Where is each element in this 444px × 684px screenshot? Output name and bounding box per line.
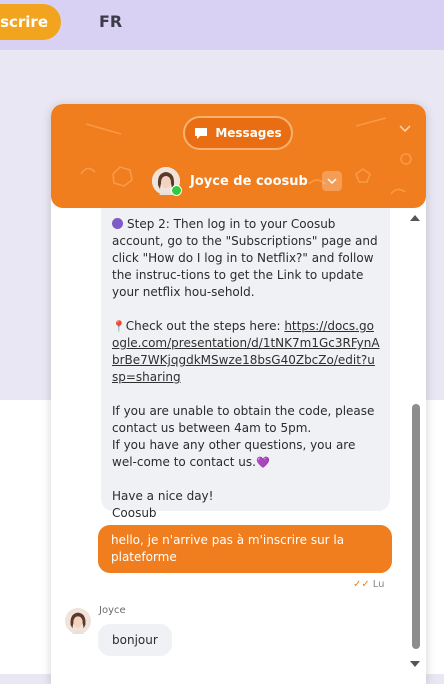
scrollbar-thumb[interactable]	[412, 404, 420, 649]
reply-avatar-image	[65, 608, 91, 634]
read-receipt: ✓✓ Lu	[353, 579, 385, 590]
signup-button[interactable]: nscrire	[0, 4, 61, 40]
scroll-up-arrow-icon[interactable]	[409, 214, 421, 222]
pushpin-icon: 📍	[112, 320, 126, 333]
scroll-down-arrow-icon[interactable]	[409, 660, 421, 668]
reply-sender-name: Joyce	[99, 605, 126, 616]
message-signature: Coosub	[112, 506, 157, 520]
message-other: If you have any other questions, you are…	[112, 437, 380, 471]
double-check-icon: ✓✓	[353, 579, 370, 590]
agent-avatar	[152, 167, 182, 196]
message-unable: If you are unable to obtain the code, pl…	[112, 404, 375, 435]
chat-widget: Messages Joyce de coosub Step 2: Then lo…	[51, 104, 426, 684]
messages-tab-label: Messages	[215, 126, 282, 140]
incoming-message-bubble: Step 2: Then log in to your Coosub accou…	[101, 208, 390, 520]
step2-text: Step 2: Then log in to your Coosub accou…	[112, 217, 378, 299]
agent-menu-button[interactable]	[321, 171, 342, 191]
reply-bubble: bonjour	[98, 624, 172, 656]
purple-heart-icon: 💜	[255, 456, 270, 469]
read-status-label: Lu	[372, 579, 385, 590]
message-closing: Have a nice day!	[112, 489, 214, 503]
language-selector[interactable]: FR	[99, 12, 122, 31]
steps-prefix: Check out the steps here:	[125, 319, 285, 333]
chevron-down-icon	[327, 177, 337, 184]
chat-bubble-icon	[195, 127, 208, 139]
online-status-dot	[171, 185, 182, 196]
message-steps: 📍Check out the steps here: https://docs.…	[112, 318, 380, 386]
chat-header: Messages Joyce de coosub	[51, 104, 426, 208]
other-text: If you have any other questions, you are…	[112, 438, 356, 469]
reply-avatar	[65, 608, 91, 634]
agent-info: Joyce de coosub	[152, 166, 342, 196]
purple-circle-icon	[112, 218, 123, 229]
collapse-chevron-down-icon[interactable]	[398, 124, 412, 134]
messages-tab[interactable]: Messages	[183, 116, 293, 150]
outgoing-message-bubble: hello, je n'arrive pas à m'inscrire sur …	[98, 525, 392, 573]
top-navigation-bar: nscrire FR	[0, 0, 444, 50]
agent-name: Joyce de coosub	[190, 173, 308, 189]
message-step2: Step 2: Then log in to your Coosub accou…	[112, 216, 380, 301]
